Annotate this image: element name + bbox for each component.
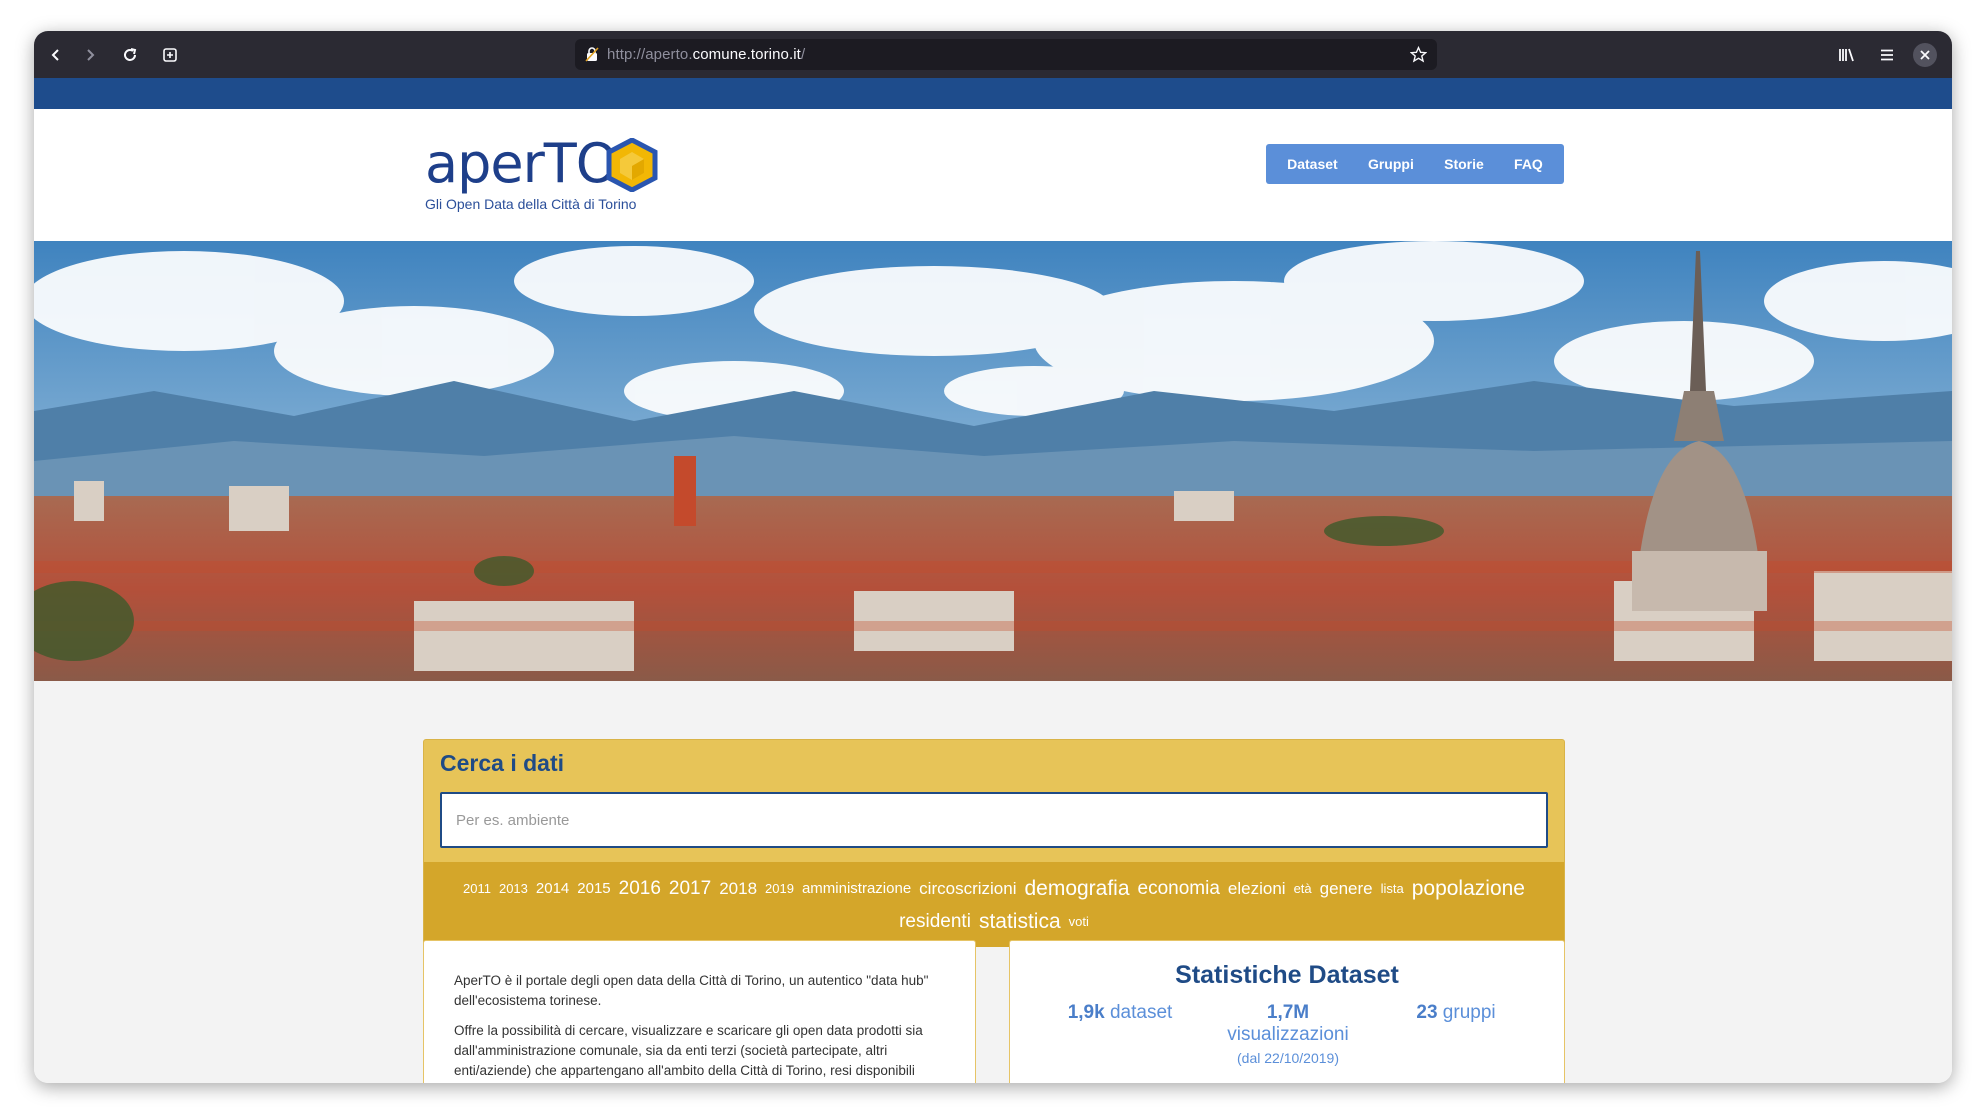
search-input[interactable]: [440, 792, 1548, 848]
insecure-lock-icon: [585, 47, 599, 62]
tag-link[interactable]: statistica: [979, 905, 1061, 938]
tag-link[interactable]: 2016: [619, 872, 661, 905]
tag-link[interactable]: 2013: [499, 872, 528, 905]
stats-row: 1,9k dataset 1,7M visualizzazioni (dal 2…: [1010, 1002, 1564, 1082]
tag-link[interactable]: circoscrizioni: [919, 872, 1016, 905]
nav-faq[interactable]: FAQ: [1514, 156, 1543, 172]
back-arrow-icon: [51, 49, 59, 61]
main-nav: Dataset Gruppi Storie FAQ: [1266, 144, 1564, 184]
tag-link[interactable]: voti: [1069, 905, 1089, 938]
tag-link[interactable]: demografia: [1024, 872, 1129, 905]
stats-title: Statistiche Dataset: [1175, 961, 1399, 989]
bookmark-star-icon[interactable]: [1410, 46, 1427, 63]
stat-views: 1,7M visualizzazioni (dal 22/10/2019): [1210, 1002, 1366, 1066]
tag-link[interactable]: amministrazione: [802, 872, 911, 905]
search-title: Cerca i dati: [440, 750, 564, 776]
hamburger-menu-icon: [1881, 49, 1893, 61]
logo-text: aperTO: [425, 132, 618, 195]
menu-button[interactable]: [1873, 41, 1901, 69]
library-icon: [1839, 48, 1854, 62]
browser-window: http://aperto.comune.torino.it/ aperTO G…: [34, 31, 1952, 1083]
stats-card: Statistiche Dataset 1,9k dataset 1,7M vi…: [1009, 940, 1565, 1083]
tag-link[interactable]: popolazione: [1412, 872, 1525, 905]
reload-icon: [124, 48, 137, 61]
tag-cloud: 2011 2013 2014 2015 2016 2017 2018 2019 …: [424, 862, 1564, 947]
tag-link[interactable]: 2017: [669, 872, 711, 905]
nav-gruppi[interactable]: Gruppi: [1368, 156, 1414, 172]
close-window-button[interactable]: [1913, 43, 1937, 67]
tag-link[interactable]: elezioni: [1228, 872, 1286, 905]
aperto-logo[interactable]: aperTO Gli Open Data della Città di Tori…: [423, 134, 663, 214]
close-icon: [1920, 50, 1930, 60]
hero-city-panorama: [34, 241, 1952, 681]
tag-link[interactable]: genere: [1320, 872, 1373, 905]
nav-dataset[interactable]: Dataset: [1287, 156, 1338, 172]
tag-link[interactable]: 2011: [463, 872, 491, 905]
forward-arrow-icon: [87, 49, 95, 61]
tag-link[interactable]: 2015: [577, 872, 610, 905]
webpage: aperTO Gli Open Data della Città di Tori…: [34, 78, 1952, 1083]
tag-link[interactable]: 2019: [765, 872, 794, 905]
tag-link[interactable]: 2018: [719, 872, 757, 905]
tag-link[interactable]: lista: [1381, 872, 1404, 905]
browser-toolbar: http://aperto.comune.torino.it/: [34, 31, 1952, 78]
new-tab-button[interactable]: [156, 41, 184, 69]
search-panel: Cerca i dati 2011 2013 2014 2015 2016 20…: [423, 739, 1565, 947]
stat-views-date: (dal 22/10/2019): [1237, 1050, 1339, 1066]
site-header: aperTO Gli Open Data della Città di Tori…: [34, 109, 1952, 241]
tag-link[interactable]: residenti: [899, 905, 971, 938]
tag-link[interactable]: 2014: [536, 872, 569, 905]
logo-hexagon-icon: [606, 138, 658, 192]
tag-link[interactable]: età: [1294, 872, 1312, 905]
top-strip: [34, 78, 1952, 109]
url-text: http://aperto.comune.torino.it/: [607, 46, 806, 63]
forward-button[interactable]: [76, 41, 104, 69]
address-bar[interactable]: http://aperto.comune.torino.it/: [575, 39, 1437, 70]
about-card: AperTO è il portale degli open data dell…: [423, 940, 976, 1083]
reload-button[interactable]: [116, 41, 144, 69]
about-paragraph-2: Offre la possibilità di cercare, visuali…: [454, 1023, 923, 1078]
library-button[interactable]: [1833, 41, 1861, 69]
tag-link[interactable]: economia: [1138, 872, 1220, 905]
about-paragraph-1: AperTO è il portale degli open data dell…: [454, 973, 929, 1008]
stat-groups[interactable]: 23 gruppi: [1386, 1002, 1526, 1024]
logo-subtitle: Gli Open Data della Città di Torino: [425, 196, 637, 212]
turin-skyline-image: [34, 241, 1952, 681]
nav-storie[interactable]: Storie: [1444, 156, 1484, 172]
new-tab-icon: [163, 48, 177, 62]
stat-datasets[interactable]: 1,9k dataset: [1050, 1002, 1190, 1024]
back-button[interactable]: [42, 41, 70, 69]
